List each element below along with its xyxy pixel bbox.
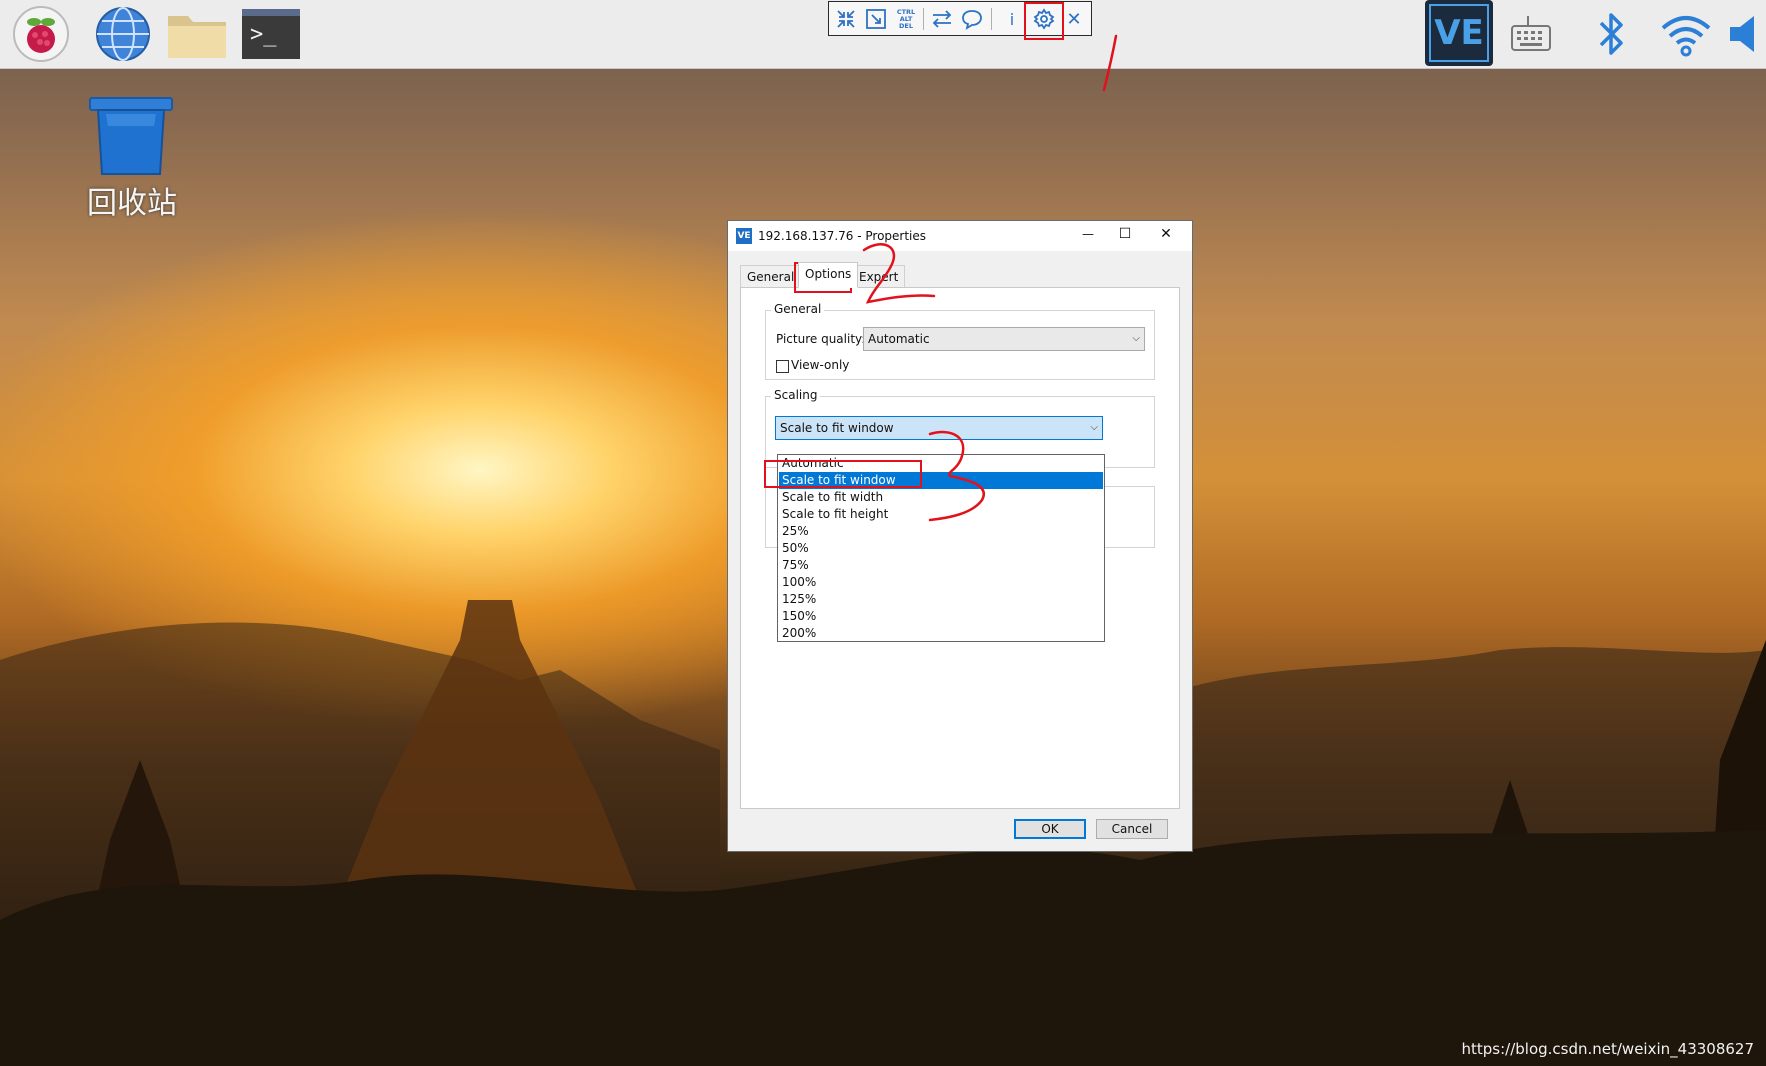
tab-options-label: Options xyxy=(805,267,852,281)
scaling-option-label: Scale to fit height xyxy=(782,507,889,521)
properties-dialog: VE 192.168.137.76 - Properties — ☐ ✕ Gen… xyxy=(727,220,1193,852)
scaling-option[interactable]: 50% xyxy=(779,540,1103,557)
view-only-checkbox[interactable] xyxy=(776,360,789,373)
ctrl-alt-del-icon[interactable]: CTRL ALT DEL xyxy=(893,6,919,32)
vnc-logo: VE xyxy=(1429,4,1489,62)
bluetooth-icon[interactable] xyxy=(1580,6,1642,62)
tab-general[interactable]: General xyxy=(740,265,802,287)
info-icon[interactable]: i xyxy=(999,6,1025,32)
scaling-option[interactable]: 100% xyxy=(779,574,1103,591)
toolbar-separator xyxy=(923,8,924,30)
dialog-close-button[interactable]: ✕ xyxy=(1154,226,1178,242)
picture-quality-select[interactable]: Automatic ⌵ xyxy=(863,327,1145,351)
annotation-step-1 xyxy=(1102,34,1118,92)
ok-button[interactable]: OK xyxy=(1014,819,1086,839)
view-only-label: View-only xyxy=(791,358,850,372)
ctrl-alt-del-label: CTRL ALT DEL xyxy=(896,7,916,30)
picture-quality-value: Automatic xyxy=(868,332,930,346)
raspberry-pi-menu-icon[interactable] xyxy=(10,6,72,62)
scaling-option-label: Scale to fit width xyxy=(782,490,884,504)
tab-options[interactable]: Options xyxy=(798,262,859,288)
dialog-title-bar[interactable]: VE 192.168.137.76 - Properties — ☐ ✕ xyxy=(728,221,1192,251)
general-group-title: General xyxy=(771,302,825,316)
scaling-option-label: 50% xyxy=(782,541,809,555)
web-browser-icon[interactable] xyxy=(92,6,154,62)
terminal-prompt-glyph: >_ xyxy=(242,9,300,59)
annotation-box-scale-option xyxy=(764,460,922,488)
close-glyph: ✕ xyxy=(1066,8,1082,30)
cancel-button[interactable]: Cancel xyxy=(1096,819,1168,839)
cancel-label: Cancel xyxy=(1111,822,1153,836)
annotation-step-3 xyxy=(928,430,985,522)
toolbar-separator xyxy=(991,8,992,30)
vnc-app-icon: VE xyxy=(736,228,752,244)
scale-icon[interactable] xyxy=(863,6,889,32)
exit-fullscreen-icon[interactable] xyxy=(833,6,859,32)
volume-icon[interactable] xyxy=(1726,6,1766,62)
scaling-option[interactable]: 200% xyxy=(779,625,1103,642)
ok-label: OK xyxy=(1041,822,1059,836)
chat-icon[interactable] xyxy=(959,6,985,32)
minimize-glyph: — xyxy=(1082,227,1094,241)
scaling-value: Scale to fit window xyxy=(780,421,894,435)
maximize-glyph: ☐ xyxy=(1118,226,1132,242)
scaling-option[interactable]: 75% xyxy=(779,557,1103,574)
picture-quality-label: Picture quality: xyxy=(776,332,866,346)
chevron-down-icon: ⌵ xyxy=(1132,333,1140,344)
tab-general-label: General xyxy=(747,270,795,284)
general-group: General Picture quality: Automatic ⌵ Vie… xyxy=(765,302,1155,380)
scaling-group-title: Scaling xyxy=(771,388,821,402)
annotation-box-settings xyxy=(1024,2,1064,40)
scaling-option-label: 100% xyxy=(782,575,817,589)
trash-label: 回收站 xyxy=(87,186,177,221)
scaling-option[interactable]: 150% xyxy=(779,608,1103,625)
minimize-button[interactable]: — xyxy=(1076,227,1100,241)
wifi-icon[interactable] xyxy=(1655,6,1717,62)
scaling-option-label: 150% xyxy=(782,609,817,623)
transfer-files-icon[interactable] xyxy=(929,6,955,32)
scaling-option[interactable]: 125% xyxy=(779,591,1103,608)
maximize-button[interactable]: ☐ xyxy=(1113,226,1137,242)
vnc-app-icon-text: VE xyxy=(737,231,751,241)
annotation-step-2 xyxy=(862,243,936,304)
dialog-close-glyph: ✕ xyxy=(1160,226,1172,242)
scaling-option-label: 200% xyxy=(782,626,817,640)
file-manager-icon[interactable] xyxy=(166,6,228,62)
info-glyph: i xyxy=(1009,9,1015,29)
scaling-option-label: 25% xyxy=(782,524,809,538)
close-icon[interactable]: ✕ xyxy=(1061,6,1087,32)
keyboard-icon[interactable] xyxy=(1500,6,1562,62)
watermark: https://blog.csdn.net/weixin_43308627 xyxy=(1461,1040,1754,1058)
scaling-option-label: 75% xyxy=(782,558,809,572)
scaling-option-label: 125% xyxy=(782,592,817,606)
vnc-server-icon[interactable]: VE xyxy=(1425,0,1493,66)
terminal-icon[interactable]: >_ xyxy=(240,6,302,62)
chevron-down-icon: ⌵ xyxy=(1090,422,1098,433)
